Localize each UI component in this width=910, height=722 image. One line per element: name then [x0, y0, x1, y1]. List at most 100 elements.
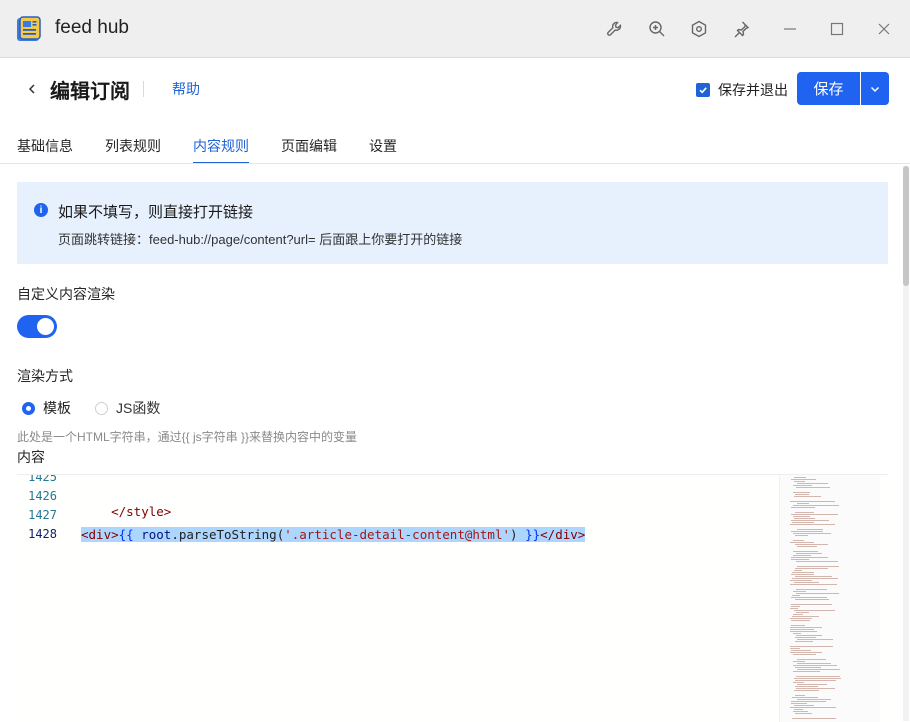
minimap-line — [796, 612, 809, 613]
minimap-line — [791, 620, 810, 621]
custom-render-label: 自定义内容渲染 — [17, 286, 115, 302]
minimap-line — [791, 574, 814, 575]
close-icon[interactable] — [871, 16, 897, 42]
minimap-line — [791, 701, 826, 702]
minimap-line — [795, 535, 808, 536]
minimap-line — [797, 566, 839, 567]
minimap-line — [797, 503, 809, 504]
editor-minimap[interactable] — [779, 475, 880, 722]
tab-settings[interactable]: 设置 — [369, 126, 397, 164]
minimap-line — [794, 690, 819, 691]
minimap-line — [791, 597, 827, 598]
minimap-line — [791, 520, 829, 521]
minimap-line — [796, 593, 839, 594]
tab-bar: 基础信息 列表规则 内容规则 页面编辑 设置 — [17, 126, 429, 164]
radio-selected-icon — [22, 401, 35, 415]
chevron-down-icon — [870, 86, 880, 92]
minimap-line — [792, 578, 838, 579]
minimap-line — [793, 682, 804, 683]
minimap-line — [797, 659, 826, 660]
minimap-line — [793, 551, 818, 552]
alert-title: 如果不填写，则直接打开链接 — [58, 204, 254, 221]
minimap-line — [793, 711, 808, 712]
radio-template-label: 模板 — [43, 400, 71, 416]
minimap-line — [793, 633, 801, 634]
minimap-line — [791, 625, 805, 626]
minimap-line — [790, 608, 798, 609]
checkbox-checked-icon[interactable] — [696, 83, 710, 97]
minimap-line — [795, 667, 821, 668]
wrench-icon[interactable] — [602, 16, 628, 42]
info-icon: i — [34, 203, 48, 217]
minimap-line — [793, 492, 810, 493]
scrollbar-thumb[interactable] — [903, 166, 909, 286]
tab-basic-info[interactable]: 基础信息 — [17, 126, 73, 164]
app-logo-icon — [15, 15, 43, 43]
minimap-line — [793, 614, 803, 615]
code-token: {{ — [118, 527, 134, 542]
save-button[interactable]: 保存 — [797, 72, 860, 105]
help-link[interactable]: 帮助 — [172, 79, 200, 99]
minimap-line — [795, 713, 812, 714]
pin-icon[interactable] — [728, 16, 754, 42]
selection-highlight: <div>{{ root.parseToString('.article-det… — [81, 527, 586, 542]
minimap-line — [796, 676, 840, 677]
radio-template[interactable]: 模板 — [22, 398, 71, 418]
minimap-line — [791, 557, 828, 558]
save-and-exit-checkbox[interactable]: 保存并退出 — [696, 80, 788, 100]
zoom-in-icon[interactable] — [644, 16, 670, 42]
minimap-line — [797, 639, 833, 640]
page-scrollbar[interactable] — [903, 166, 909, 721]
minimap-line — [797, 546, 817, 547]
window-titlebar: feed hub — [0, 0, 910, 58]
minimap-line — [796, 688, 835, 689]
switch-knob — [37, 318, 54, 335]
minimize-icon[interactable] — [777, 16, 803, 42]
save-and-exit-label: 保存并退出 — [718, 82, 788, 98]
info-alert: i 如果不填写，则直接打开链接 页面跳转链接：feed-hub://page/c… — [17, 182, 888, 264]
code-line-selected[interactable]: <div>{{ root.parseToString('.article-det… — [81, 527, 586, 542]
minimap-line — [793, 540, 804, 541]
minimap-line — [795, 568, 828, 569]
minimap-line — [791, 559, 809, 560]
line-number: 1426 — [28, 489, 57, 503]
minimap-line — [795, 576, 832, 577]
hexagon-settings-icon[interactable] — [686, 16, 712, 42]
content-label: 内容 — [17, 449, 45, 465]
minimap-line — [795, 641, 813, 642]
minimap-line — [795, 695, 805, 696]
minimap-line — [795, 512, 814, 513]
minimap-line — [793, 505, 839, 506]
minimap-line — [790, 631, 817, 632]
render-mode-radio-group: 模板 JS函数 — [22, 398, 184, 418]
minimap-line — [796, 487, 830, 488]
back-button[interactable] — [22, 79, 42, 99]
minimap-line — [790, 627, 822, 628]
custom-render-switch[interactable] — [17, 315, 57, 338]
minimap-line — [796, 561, 838, 562]
code-token: }} — [525, 527, 541, 542]
page-title: 编辑订阅 — [50, 80, 130, 103]
render-mode-label: 渲染方式 — [17, 368, 73, 384]
title-divider — [143, 81, 144, 97]
code-editor[interactable]: 1425 1426 1427 1428 </style> <div>{{ roo… — [17, 474, 888, 722]
minimap-line — [790, 629, 814, 630]
tab-list-rules[interactable]: 列表规则 — [105, 126, 161, 164]
tab-page-edit[interactable]: 页面编辑 — [281, 126, 337, 164]
minimap-line — [797, 529, 823, 530]
save-dropdown-button[interactable] — [861, 72, 889, 105]
minimap-line — [794, 678, 841, 679]
tab-content-rules[interactable]: 内容规则 — [193, 126, 249, 164]
minimap-line — [790, 580, 812, 581]
minimap-line — [792, 718, 836, 719]
minimap-line — [791, 703, 807, 704]
radio-js-function[interactable]: JS函数 — [95, 398, 160, 418]
radio-js-function-label: JS函数 — [116, 400, 161, 416]
minimap-line — [795, 686, 818, 687]
maximize-icon[interactable] — [824, 16, 850, 42]
minimap-line — [797, 684, 827, 685]
minimap-line — [794, 481, 805, 482]
alert-description: 页面跳转链接：feed-hub://page/content?url= 后面跟上… — [58, 232, 463, 247]
minimap-line — [796, 553, 822, 554]
code-token: ) — [510, 527, 518, 542]
